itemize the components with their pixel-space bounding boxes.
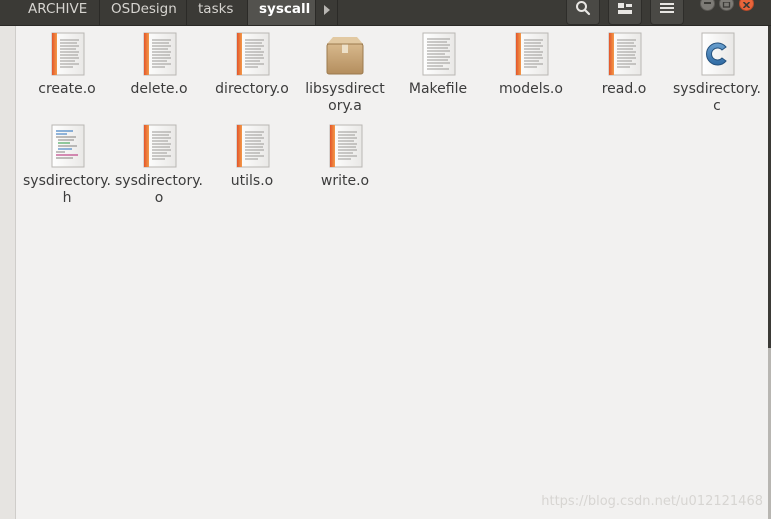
object-file-icon — [236, 32, 270, 76]
search-button[interactable] — [566, 0, 600, 25]
view-toggle-button[interactable] — [608, 0, 642, 25]
text-file-icon — [422, 32, 456, 76]
minimize-icon — [704, 2, 711, 4]
file-name: sysdirectory.h — [23, 173, 111, 206]
object-file-icon — [143, 124, 177, 168]
header-bar: ARCHIVE OSDesign tasks syscall — [0, 0, 771, 26]
file-item[interactable]: sysdirectory.h — [21, 122, 113, 207]
object-file-icon — [143, 32, 177, 76]
menu-icon — [660, 3, 674, 13]
file-name: write.o — [320, 173, 370, 189]
file-item[interactable]: delete.o — [113, 30, 205, 98]
file-name: directory.o — [215, 81, 289, 97]
breadcrumb-tasks[interactable]: tasks — [187, 0, 248, 25]
object-file-icon — [515, 32, 549, 76]
file-name: sysdirectory.o — [115, 173, 203, 206]
sidebar-edge — [0, 26, 16, 519]
maximize-button[interactable] — [719, 0, 734, 11]
close-icon — [742, 2, 751, 8]
file-item[interactable]: Makefile — [392, 30, 484, 98]
file-grid: create.o delete.o directory.o libsysdire… — [15, 26, 768, 519]
triangle-right-icon — [323, 4, 330, 15]
file-name: Makefile — [408, 81, 468, 97]
breadcrumb: ARCHIVE OSDesign tasks syscall — [0, 0, 338, 25]
file-name: delete.o — [130, 81, 188, 97]
file-name: libsysdirectory.a — [305, 81, 385, 114]
object-file-icon — [329, 124, 363, 168]
archive-package-icon — [326, 37, 364, 75]
file-item[interactable]: sysdirectory.c — [671, 30, 763, 115]
maximize-icon — [722, 2, 731, 8]
object-file-icon — [608, 32, 642, 76]
file-name: models.o — [499, 81, 563, 97]
file-item[interactable]: sysdirectory.o — [113, 122, 205, 207]
c-header-file-icon — [51, 124, 85, 168]
file-item[interactable]: read.o — [578, 30, 670, 98]
file-name: create.o — [38, 81, 96, 97]
breadcrumb-syscall[interactable]: syscall — [248, 0, 316, 25]
file-item[interactable]: directory.o — [206, 30, 298, 98]
search-icon — [576, 1, 591, 16]
file-item[interactable]: create.o — [21, 30, 113, 98]
breadcrumb-osdesign[interactable]: OSDesign — [100, 0, 187, 25]
file-item[interactable]: models.o — [485, 30, 577, 98]
file-item[interactable]: write.o — [299, 122, 391, 190]
object-file-icon — [51, 32, 85, 76]
file-name: read.o — [601, 81, 647, 97]
breadcrumb-forward-button[interactable] — [316, 0, 338, 25]
menu-button[interactable] — [650, 0, 684, 25]
file-name: utils.o — [230, 173, 274, 189]
object-file-icon — [236, 124, 270, 168]
file-item[interactable]: utils.o — [206, 122, 298, 190]
close-button[interactable] — [739, 0, 754, 11]
watermark: https://blog.csdn.net/u012121468 — [541, 494, 763, 509]
minimize-button[interactable] — [700, 0, 715, 11]
view-toggle-icon — [618, 3, 632, 14]
c-source-file-icon — [701, 32, 735, 76]
file-item[interactable]: libsysdirectory.a — [299, 30, 391, 115]
breadcrumb-archive[interactable]: ARCHIVE — [0, 0, 100, 25]
file-name: sysdirectory.c — [673, 81, 761, 114]
